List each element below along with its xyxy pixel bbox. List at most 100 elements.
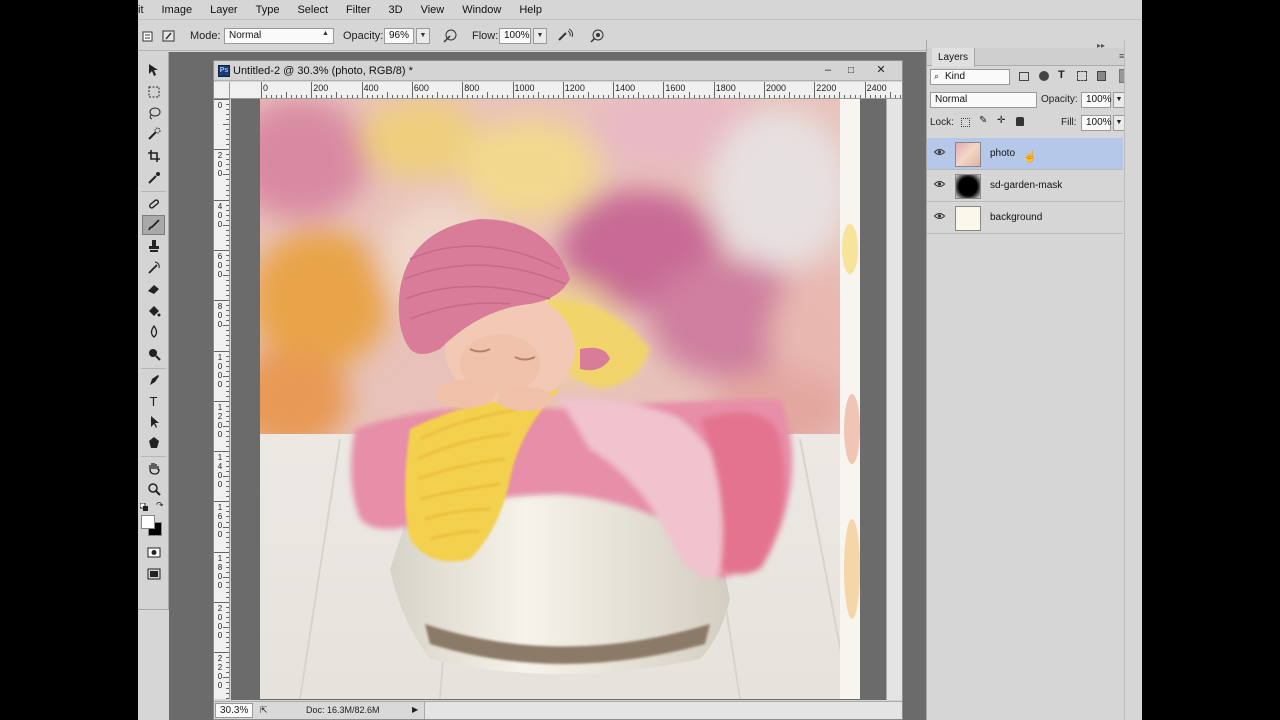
move-tool-icon[interactable] — [142, 60, 165, 80]
zoom-level-field[interactable]: 30.3% — [215, 703, 253, 718]
crop-tool-icon[interactable] — [142, 146, 165, 166]
ruler-tick — [492, 95, 494, 98]
lock-icon[interactable] — [1016, 117, 1024, 126]
lock-position-icon[interactable]: ✛ — [997, 115, 1005, 126]
mode-select[interactable]: Normal — [224, 28, 334, 44]
menu-edit[interactable]: it — [138, 0, 153, 20]
flow-field[interactable]: 100% — [499, 28, 531, 44]
ruler-corner[interactable] — [214, 82, 230, 99]
maximize-button[interactable]: □ — [840, 63, 862, 78]
canvas-area[interactable] — [231, 99, 887, 700]
filter-type-icon[interactable]: T — [1058, 69, 1065, 81]
opacity-dropdown[interactable]: ▼ — [416, 28, 430, 44]
quick-mask-icon[interactable] — [142, 542, 165, 562]
layers-tab[interactable]: Layers — [932, 48, 976, 67]
ruler-tick — [226, 461, 229, 463]
ruler-tick — [226, 134, 229, 136]
foreground-color-swatch[interactable] — [141, 515, 155, 529]
layer-row-sd-garden-mask[interactable]: sd-garden-mask — [927, 170, 1123, 202]
eye-icon[interactable] — [933, 212, 946, 223]
menu-view[interactable]: View — [412, 0, 454, 20]
ruler-tick — [522, 95, 524, 98]
layer-name[interactable]: background — [990, 202, 1042, 234]
shape-tool-icon[interactable] — [142, 433, 165, 453]
screen-mode-icon[interactable] — [142, 564, 165, 584]
close-button[interactable]: ✕ — [870, 63, 892, 78]
brush-preset-icon[interactable] — [140, 27, 158, 45]
menu-window[interactable]: Window — [453, 0, 510, 20]
vertical-ruler[interactable]: 0 200 400 600 800 1000 1200 1400 1600 1800 2000 220… — [214, 99, 230, 699]
vertical-scrollbar[interactable] — [886, 99, 902, 700]
menu-image[interactable]: Image — [153, 0, 202, 20]
canvas-photo[interactable] — [260, 99, 860, 699]
marquee-tool-icon[interactable] — [142, 82, 165, 102]
filter-smart-object-icon[interactable] — [1097, 71, 1106, 81]
pen-tool-icon[interactable] — [142, 370, 165, 390]
filter-pixel-icon[interactable] — [1019, 72, 1029, 81]
minimize-button[interactable]: – — [817, 63, 839, 78]
toggle-brush-panel-icon[interactable] — [160, 27, 178, 45]
menu-filter[interactable]: Filter — [337, 0, 379, 20]
blur-tool-icon[interactable] — [142, 322, 165, 342]
ruler-tick — [226, 385, 229, 387]
zoom-tool-icon[interactable] — [142, 479, 165, 499]
layer-row-background[interactable]: background — [927, 202, 1123, 234]
airbrush-icon[interactable] — [556, 27, 574, 45]
ruler-tick — [226, 340, 229, 342]
status-menu-arrow-icon[interactable]: ▶ — [412, 705, 418, 714]
lock-pixels-icon[interactable]: ✎ — [979, 115, 987, 126]
eye-icon[interactable] — [933, 180, 946, 191]
eye-icon[interactable] — [933, 148, 946, 159]
status-share-icon[interactable]: ⇱ — [260, 705, 268, 716]
filter-kind-select[interactable]: Kind — [930, 69, 1010, 85]
swap-colors-icon[interactable]: ↷ — [156, 500, 164, 511]
dodge-tool-icon[interactable] — [142, 344, 165, 364]
mode-label: Mode: — [190, 30, 221, 42]
menu-3d[interactable]: 3D — [380, 0, 412, 20]
ruler-tick — [226, 481, 229, 483]
newborn-photo-image — [260, 99, 860, 699]
flow-dropdown[interactable]: ▼ — [533, 28, 547, 44]
clone-stamp-icon[interactable] — [142, 236, 165, 256]
filter-shape-icon[interactable] — [1077, 71, 1087, 81]
menu-help[interactable]: Help — [510, 0, 551, 20]
eyedropper-icon[interactable] — [142, 168, 165, 188]
document-title-bar[interactable]: Ps Untitled-2 @ 30.3% (photo, RGB/8) * –… — [214, 61, 902, 81]
ruler-tick — [764, 82, 765, 98]
fill-field[interactable]: 100% — [1081, 115, 1112, 131]
eraser-icon[interactable] — [142, 279, 165, 299]
layer-opacity-field[interactable]: 100% — [1081, 92, 1112, 108]
ruler-tick — [442, 95, 444, 98]
ruler-tick — [226, 365, 229, 367]
menu-type[interactable]: Type — [247, 0, 289, 20]
doc-size-info[interactable]: Doc: 16.3M/82.6M — [306, 702, 380, 719]
healing-brush-icon[interactable] — [142, 194, 165, 214]
opacity-field[interactable]: 96% — [384, 28, 414, 44]
pressure-size-icon[interactable] — [588, 27, 606, 45]
menu-layer[interactable]: Layer — [201, 0, 247, 20]
brush-tool-icon[interactable] — [142, 215, 165, 235]
hand-tool-icon[interactable] — [142, 458, 165, 478]
ruler-label: 800 — [464, 83, 480, 93]
ruler-tick — [226, 129, 229, 131]
ruler-tick — [678, 95, 680, 98]
quick-selection-icon[interactable] — [142, 124, 165, 144]
layer-name[interactable]: photo — [990, 138, 1015, 170]
layer-row-photo[interactable]: photo ☝ — [927, 138, 1123, 170]
ruler-label: 1800 — [217, 553, 223, 590]
filter-adjustment-icon[interactable] — [1039, 71, 1049, 81]
history-brush-icon[interactable] — [142, 258, 165, 278]
type-tool-icon[interactable]: T — [142, 391, 165, 411]
lasso-tool-icon[interactable] — [142, 103, 165, 123]
ruler-tick — [226, 571, 229, 573]
path-selection-icon[interactable] — [142, 412, 165, 432]
blend-mode-select[interactable]: Normal — [930, 92, 1037, 108]
menu-select[interactable]: Select — [288, 0, 337, 20]
horizontal-scrollbar[interactable] — [424, 702, 902, 719]
layer-name[interactable]: sd-garden-mask — [990, 170, 1062, 202]
horizontal-ruler[interactable]: 0 200 400 600 800 1000 1200 1400 1600 1800 2000 220… — [230, 82, 902, 99]
default-colors-icon[interactable] — [139, 502, 148, 511]
pressure-opacity-icon[interactable] — [441, 27, 459, 45]
lock-transparent-icon[interactable] — [961, 118, 970, 127]
paint-bucket-icon[interactable] — [142, 301, 165, 321]
